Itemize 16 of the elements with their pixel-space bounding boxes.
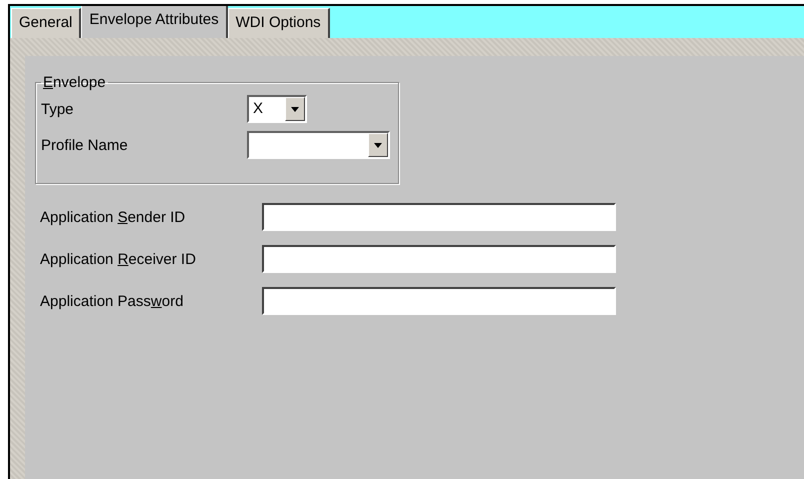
field-label: Application Sender ID: [40, 208, 186, 226]
field-label: Application Password: [40, 292, 184, 310]
field-label: Type: [41, 100, 75, 118]
dropdown[interactable]: X: [247, 95, 307, 123]
tab[interactable]: WDI Options: [228, 8, 330, 38]
field-label: Application Receiver ID: [40, 250, 197, 268]
tab[interactable]: General: [11, 8, 82, 38]
text-field[interactable]: [262, 203, 616, 231]
tab[interactable]: Envelope Attributes: [81, 6, 228, 38]
text-field[interactable]: [262, 245, 616, 273]
field-label: Profile Name: [41, 136, 129, 154]
group-label: Envelope: [42, 74, 107, 91]
text-field[interactable]: [262, 287, 616, 315]
dropdown[interactable]: [247, 131, 390, 159]
dropdown-arrow-icon: [291, 106, 299, 112]
dropdown-arrow-icon: [374, 142, 382, 148]
